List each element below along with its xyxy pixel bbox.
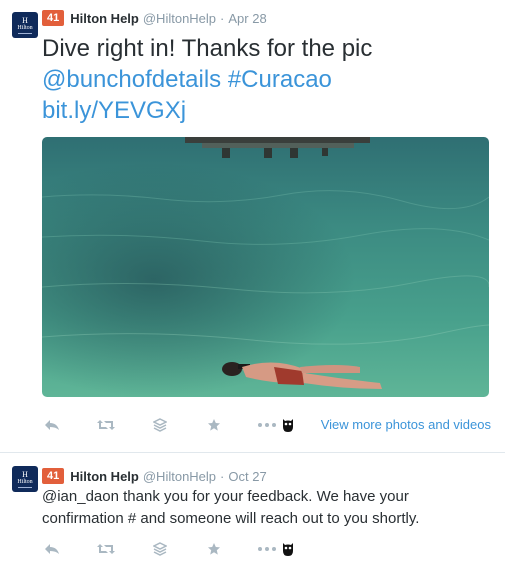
- avatar-monogram: H: [22, 15, 28, 25]
- user-handle[interactable]: @HiltonHelp: [143, 11, 216, 26]
- avatar-brand: Hilton: [17, 24, 33, 31]
- avatar[interactable]: H Hilton: [12, 12, 38, 38]
- avatar-rule: [18, 486, 32, 488]
- buffer-icon[interactable]: [150, 415, 170, 435]
- klout-score-badge: 41: [42, 468, 65, 484]
- tweet-text-main: Dive right in! Thanks for the pic: [42, 35, 373, 62]
- tweet-text: @ian_daon thank you for your feedback. W…: [42, 488, 420, 527]
- user-handle[interactable]: @HiltonHelp: [143, 469, 216, 484]
- display-name[interactable]: Hilton Help: [70, 469, 139, 484]
- tweet-header: 41 Hilton Help @HiltonHelp · Apr 28: [42, 9, 267, 27]
- header-separator: ·: [220, 10, 225, 26]
- tweet-text: Dive right in! Thanks for the pic @bunch…: [42, 33, 502, 126]
- hootsuite-owl-icon[interactable]: [282, 415, 294, 435]
- buffer-icon[interactable]: [150, 539, 170, 559]
- avatar-monogram: H: [22, 469, 28, 479]
- favorite-icon[interactable]: [204, 415, 224, 435]
- more-icon[interactable]: [258, 415, 276, 435]
- avatar-brand: Hilton: [17, 478, 33, 485]
- tweet-photo[interactable]: [42, 137, 489, 397]
- reply-icon[interactable]: [42, 539, 62, 559]
- display-name[interactable]: Hilton Help: [70, 11, 139, 26]
- tweet-actions: [42, 415, 294, 435]
- tweet[interactable]: H Hilton 41 Hilton Help @HiltonHelp · Ap…: [0, 0, 505, 452]
- favorite-icon[interactable]: [204, 539, 224, 559]
- retweet-icon[interactable]: [96, 539, 116, 559]
- tweet[interactable]: H Hilton 41 Hilton Help @HiltonHelp · Oc…: [0, 452, 505, 565]
- header-separator: ·: [220, 468, 225, 484]
- avatar[interactable]: H Hilton: [12, 466, 38, 492]
- photo-swimmer-in-sea: [42, 137, 489, 397]
- more-icon[interactable]: [258, 539, 276, 559]
- url-link[interactable]: bit.ly/YEVGXj: [42, 97, 186, 124]
- avatar-rule: [18, 32, 32, 34]
- hashtag-link[interactable]: #Curacao: [228, 66, 332, 93]
- tweet-actions: [42, 539, 294, 559]
- hootsuite-owl-icon[interactable]: [282, 539, 294, 559]
- timestamp[interactable]: Apr 28: [228, 11, 266, 26]
- klout-score-badge: 41: [42, 10, 65, 26]
- view-more-photos-link[interactable]: View more photos and videos: [321, 417, 491, 432]
- retweet-icon[interactable]: [96, 415, 116, 435]
- timestamp[interactable]: Oct 27: [228, 469, 266, 484]
- mention-link[interactable]: @bunchofdetails: [42, 66, 221, 93]
- reply-icon[interactable]: [42, 415, 62, 435]
- tweet-header: 41 Hilton Help @HiltonHelp · Oct 27: [42, 467, 267, 485]
